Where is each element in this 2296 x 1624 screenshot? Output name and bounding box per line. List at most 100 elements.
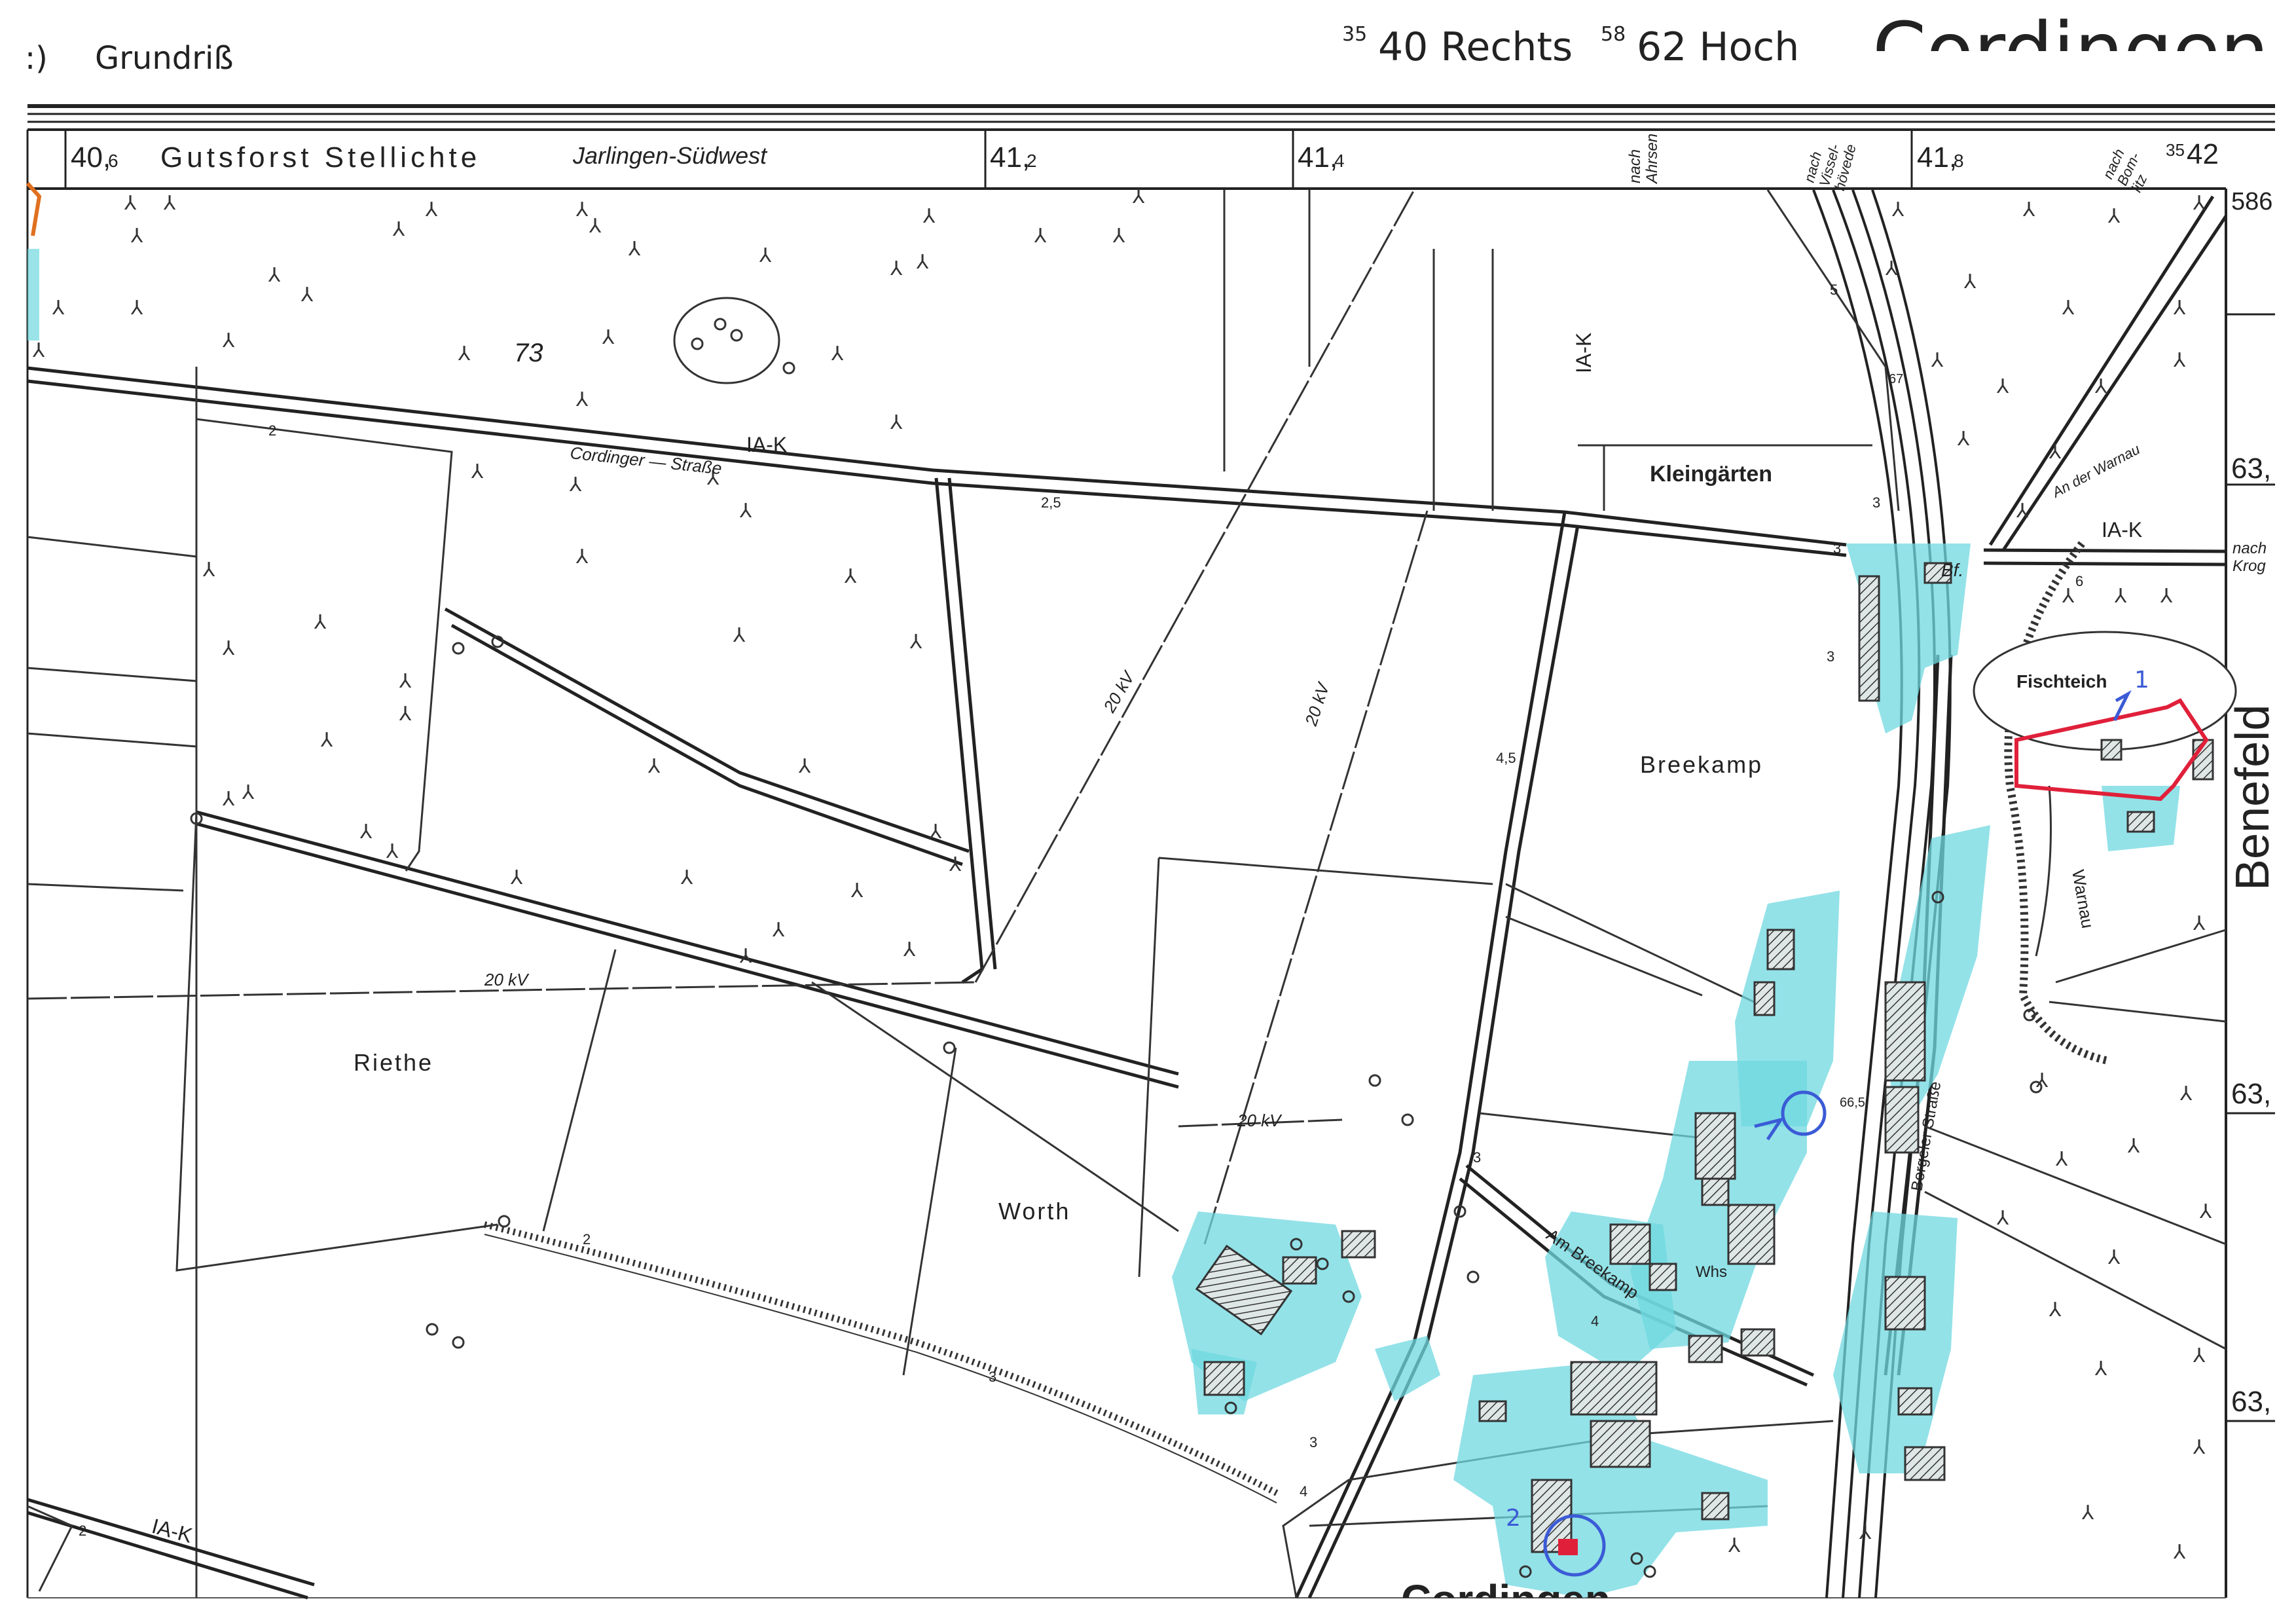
svg-text:nach: nach bbox=[2232, 540, 2267, 557]
svg-text:⅄: ⅄ bbox=[2128, 1135, 2140, 1158]
note-nach-bomlitz: nach Bom- litz bbox=[2100, 146, 2151, 194]
svg-text:3: 3 bbox=[1833, 540, 1841, 557]
label-riethe: Riethe bbox=[354, 1049, 433, 1076]
svg-text:⅄: ⅄ bbox=[124, 192, 137, 215]
svg-text:⅄: ⅄ bbox=[131, 225, 143, 248]
svg-text:⅄: ⅄ bbox=[2193, 1436, 2206, 1459]
svg-text:⅄: ⅄ bbox=[740, 945, 752, 968]
svg-text:⅄: ⅄ bbox=[223, 329, 235, 352]
header-place-name: Cordingen bbox=[1872, 5, 2269, 96]
grid-label-3542: 42 bbox=[2187, 138, 2219, 170]
svg-text:⅄: ⅄ bbox=[1892, 198, 1904, 221]
label-20kv-2: 20 kV bbox=[1301, 679, 1334, 729]
svg-text:⅄: ⅄ bbox=[1931, 349, 1944, 372]
grid-label-586: 586 bbox=[2231, 188, 2272, 215]
svg-text:⅄: ⅄ bbox=[681, 866, 693, 889]
pen-number-2: 2 bbox=[1506, 1505, 1521, 1532]
label-fischteich: Fischteich bbox=[2016, 671, 2107, 692]
svg-text:⅄: ⅄ bbox=[131, 297, 143, 320]
svg-text:⅄: ⅄ bbox=[2174, 1541, 2186, 1564]
svg-text:⅄: ⅄ bbox=[2036, 1069, 2049, 1092]
header-coord-2: 62 Hoch bbox=[1637, 24, 1799, 70]
grid-label-414-sub: 4 bbox=[1334, 151, 1345, 171]
svg-text:⅄: ⅄ bbox=[576, 198, 589, 221]
svg-text:⅄: ⅄ bbox=[2095, 1357, 2107, 1380]
svg-text:2: 2 bbox=[79, 1522, 86, 1539]
svg-text:⅄: ⅄ bbox=[2200, 1200, 2212, 1223]
svg-text:⅄: ⅄ bbox=[2193, 1344, 2206, 1367]
label-20kv-1: 20 kV bbox=[1099, 667, 1139, 716]
svg-text:⅄: ⅄ bbox=[242, 781, 255, 804]
svg-text:6: 6 bbox=[2075, 573, 2083, 589]
svg-text:⅄: ⅄ bbox=[799, 755, 811, 778]
svg-text:⅄: ⅄ bbox=[2174, 297, 2186, 320]
svg-text:⅄: ⅄ bbox=[2049, 441, 2062, 464]
svg-text:⅄: ⅄ bbox=[2193, 912, 2206, 935]
label-breekamp: Breekamp bbox=[1640, 751, 1763, 778]
grid-label-406: 40, bbox=[71, 141, 111, 174]
svg-text:⅄: ⅄ bbox=[629, 238, 641, 261]
svg-text:⅄: ⅄ bbox=[740, 500, 752, 523]
label-worth: Worth bbox=[998, 1198, 1070, 1225]
edge-orange-mark bbox=[26, 181, 42, 236]
svg-text:⅄: ⅄ bbox=[223, 637, 235, 660]
grid-label-418-sub: 8 bbox=[1954, 151, 1964, 171]
svg-text:⅄: ⅄ bbox=[1997, 1207, 2009, 1230]
svg-text:3: 3 bbox=[1309, 1434, 1317, 1450]
svg-text:3: 3 bbox=[989, 1369, 996, 1385]
svg-text:⅄: ⅄ bbox=[773, 919, 785, 942]
embankment bbox=[483, 1221, 1279, 1504]
svg-text:⅄: ⅄ bbox=[203, 559, 215, 581]
svg-text:⅄: ⅄ bbox=[2115, 585, 2127, 608]
label-warnau: Warnau bbox=[2068, 868, 2098, 930]
sheet-area: Jarlingen-Südwest bbox=[572, 142, 768, 169]
svg-text:⅄: ⅄ bbox=[923, 205, 936, 228]
header-coord-1: 40 Rechts bbox=[1378, 24, 1573, 70]
svg-text:⅄: ⅄ bbox=[2082, 1502, 2094, 1524]
label-cordinger-strasse: Cordinger — Straße bbox=[569, 443, 723, 478]
svg-text:⅄: ⅄ bbox=[2062, 585, 2075, 608]
road-bottom-left bbox=[27, 1498, 315, 1600]
svg-text:⅄: ⅄ bbox=[386, 840, 399, 863]
power-lines bbox=[27, 189, 1429, 1245]
label-cordingen-bottom: Cordingen bbox=[1401, 1576, 1611, 1623]
svg-text:⅄: ⅄ bbox=[930, 821, 942, 843]
svg-text:⅄: ⅄ bbox=[314, 611, 327, 634]
label-20kv-4: 20 kV bbox=[1237, 1111, 1283, 1130]
header-coord-prefix-2: 58 bbox=[1601, 23, 1626, 46]
svg-text:⅄: ⅄ bbox=[1728, 1534, 1741, 1557]
grid-label-418: 41, bbox=[1917, 141, 1957, 174]
svg-text:⅄: ⅄ bbox=[733, 624, 746, 647]
svg-text:⅄: ⅄ bbox=[1113, 225, 1125, 248]
svg-text:4: 4 bbox=[1300, 1483, 1307, 1500]
svg-text:⅄: ⅄ bbox=[648, 755, 661, 778]
label-benefeld: Benefeld bbox=[2227, 705, 2279, 891]
label-ia-k-4: IA-K bbox=[149, 1514, 194, 1547]
svg-text:5: 5 bbox=[1830, 282, 1838, 298]
svg-text:⅄: ⅄ bbox=[890, 257, 903, 280]
forest-name: Gutsforst Stellichte bbox=[160, 141, 481, 174]
svg-text:⅄: ⅄ bbox=[393, 218, 405, 241]
svg-text:⅄: ⅄ bbox=[1859, 1521, 1872, 1544]
svg-text:⅄: ⅄ bbox=[2193, 192, 2206, 215]
grid-label-right-1: 63, bbox=[2231, 452, 2271, 485]
note-nach-visselhoevede: nach Vissel- hövede bbox=[1801, 143, 1859, 193]
svg-text:⅄: ⅄ bbox=[890, 411, 903, 434]
svg-text:67: 67 bbox=[1889, 372, 1903, 386]
label-ia-k-2: IA-K bbox=[1572, 333, 1595, 373]
svg-text:⅄: ⅄ bbox=[910, 631, 922, 654]
grid-label-right-3: 63, bbox=[2231, 1386, 2271, 1418]
label-whs: Whs bbox=[1696, 1263, 1727, 1281]
svg-text:⅄: ⅄ bbox=[268, 264, 281, 287]
svg-text:⅄: ⅄ bbox=[2016, 500, 2029, 523]
svg-text:2,5: 2,5 bbox=[1041, 494, 1061, 511]
grid-label-406-sub: 6 bbox=[108, 151, 118, 171]
svg-text:⅄: ⅄ bbox=[1964, 270, 1977, 293]
grid-label-414: 41, bbox=[1298, 141, 1338, 174]
forest-number: 73 bbox=[514, 339, 543, 367]
svg-text:⅄: ⅄ bbox=[301, 284, 314, 306]
grid-label-3542-prefix: 35 bbox=[2166, 140, 2185, 160]
svg-text:66,5: 66,5 bbox=[1840, 1096, 1865, 1110]
svg-text:⅄: ⅄ bbox=[426, 198, 438, 221]
svg-text:⅄: ⅄ bbox=[2095, 375, 2107, 398]
